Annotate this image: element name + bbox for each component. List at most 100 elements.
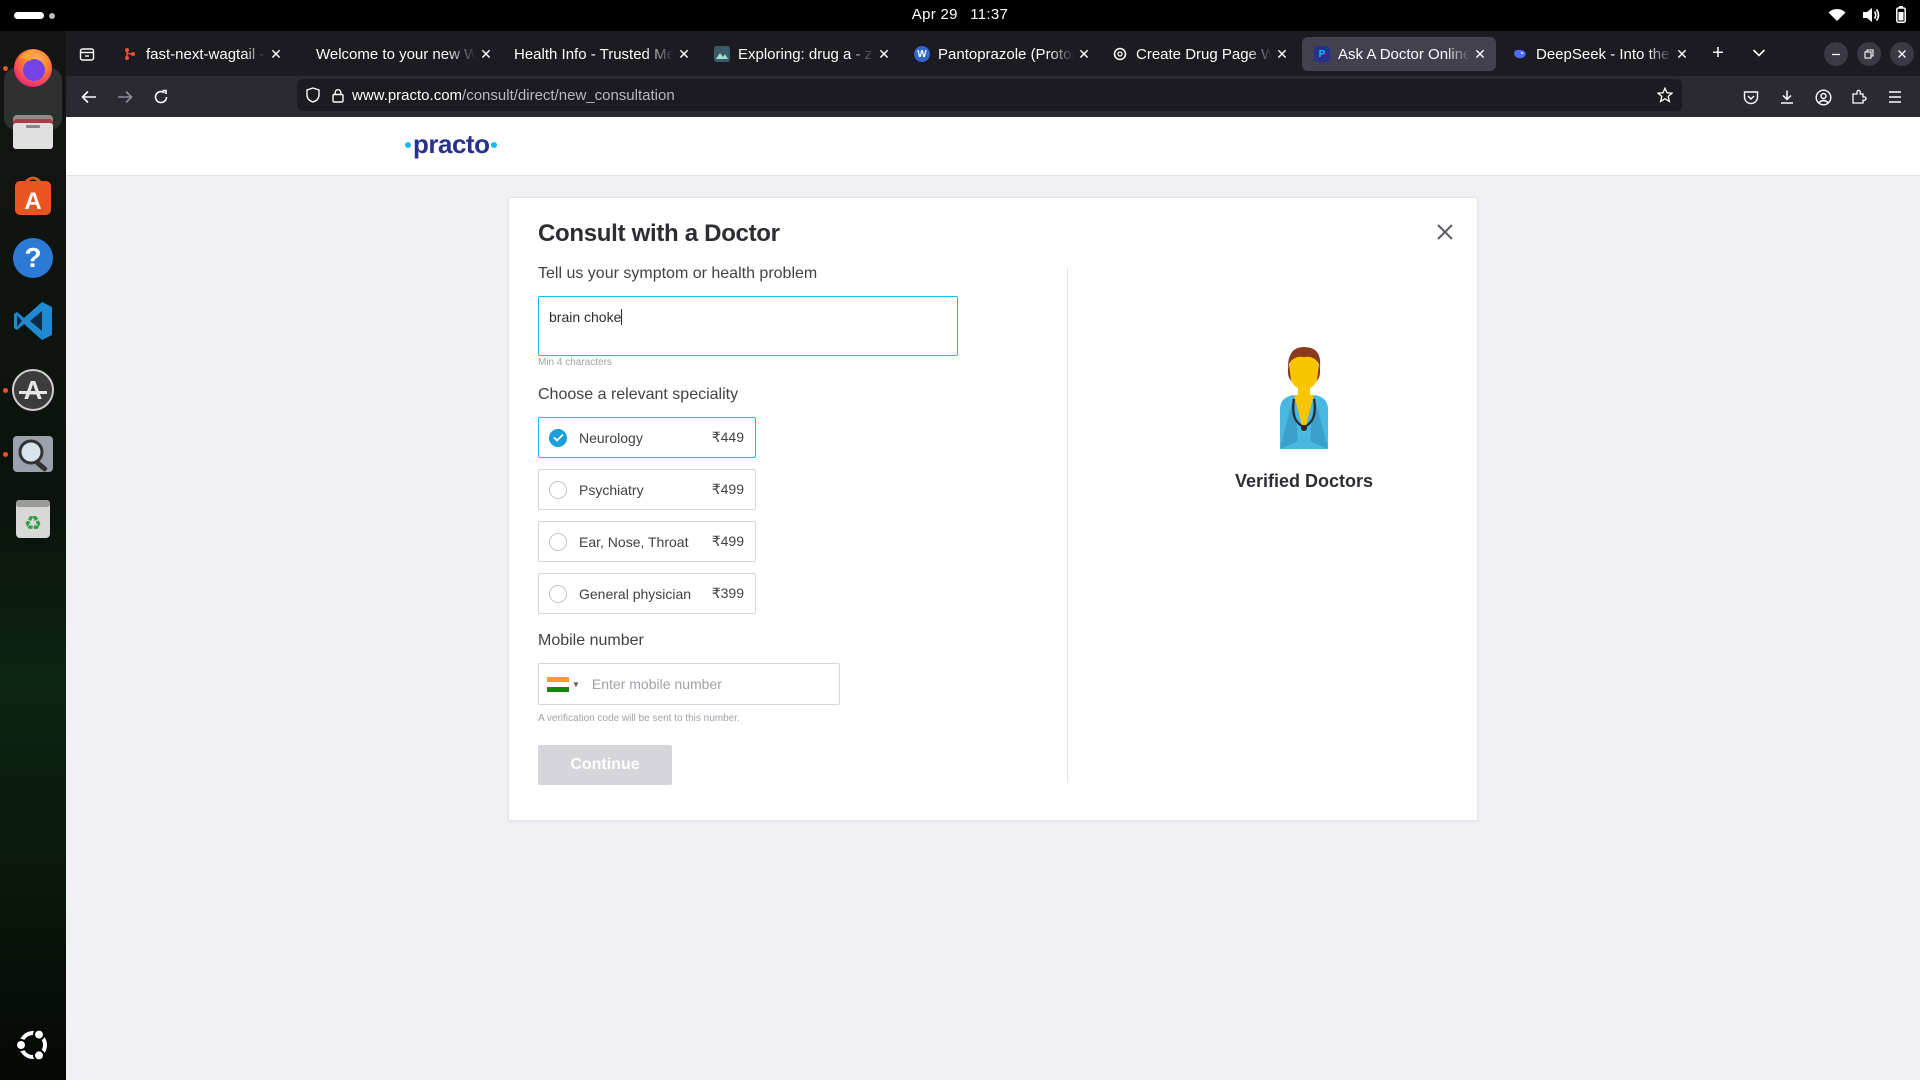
- close-tab-icon[interactable]: ✕: [266, 46, 286, 63]
- speciality-price: ₹449: [711, 429, 744, 445]
- battery-icon: [1896, 6, 1906, 23]
- tab-fast-next-wagtail[interactable]: fast-next-wagtail - Re ✕: [110, 37, 292, 71]
- url-host: www.practo.com: [352, 86, 463, 104]
- clock[interactable]: Apr 29 11:37: [0, 6, 1920, 23]
- system-top-bar: Apr 29 11:37: [0, 0, 1920, 31]
- logo-dot-left: [405, 141, 411, 148]
- practo-icon: P: [1314, 46, 1330, 62]
- tab-overview-icon[interactable]: [76, 43, 98, 65]
- mobile-label: Mobile number: [538, 632, 644, 649]
- address-bar[interactable]: www.practo.com/consult/direct/new_consul…: [297, 79, 1682, 111]
- speciality-name: General physician: [579, 585, 692, 602]
- close-tab-icon[interactable]: ✕: [476, 46, 496, 63]
- restore-icon[interactable]: [1857, 42, 1881, 66]
- consult-modal: Consult with a Doctor Tell us your sympt…: [508, 197, 1478, 821]
- speciality-option-ent[interactable]: Ear, Nose, Throat ₹499: [538, 521, 756, 562]
- close-tab-icon[interactable]: ✕: [1074, 46, 1094, 63]
- svg-text:?: ?: [24, 242, 41, 273]
- close-tab-icon[interactable]: ✕: [674, 46, 694, 63]
- speciality-price: ₹399: [711, 585, 744, 601]
- dock: A ? A ♻: [0, 31, 66, 1080]
- close-icon[interactable]: [1433, 220, 1457, 244]
- tab-create-drug-page[interactable]: Create Drug Page Wa ✕: [1100, 37, 1298, 71]
- wifi-icon: [1828, 8, 1846, 21]
- url-text: www.practo.com/consult/direct/new_consul…: [352, 87, 675, 104]
- tab-health-info[interactable]: Health Info - Trusted Me ✕: [502, 37, 700, 71]
- volume-icon: [1863, 7, 1880, 22]
- india-flag-icon[interactable]: [547, 676, 569, 692]
- radio-icon: [549, 532, 567, 551]
- minimize-icon[interactable]: [1824, 42, 1848, 66]
- running-indicator: [3, 388, 8, 393]
- chatgpt-icon: [1112, 46, 1128, 62]
- menu-icon[interactable]: [1883, 85, 1907, 109]
- radio-icon: [549, 480, 567, 499]
- image-viewer-icon[interactable]: [9, 430, 57, 478]
- speciality-label: Choose a relevant speciality: [538, 386, 739, 403]
- app-center-icon[interactable]: A: [9, 171, 57, 219]
- country-dropdown-icon[interactable]: ▼: [572, 680, 580, 689]
- tab-title: Welcome to your new W: [316, 45, 476, 63]
- system-tray[interactable]: [1828, 6, 1906, 23]
- site-header: practo: [66, 117, 1920, 176]
- text-caret: [621, 309, 623, 325]
- page-content: practo Consult with a Doctor Tell us you…: [66, 117, 1920, 1080]
- tab-exploring-drugs[interactable]: Exploring: drug a - z - ✕: [702, 37, 900, 71]
- close-tab-icon[interactable]: ✕: [1470, 46, 1490, 63]
- continue-button[interactable]: Continue: [538, 745, 672, 785]
- trash-icon[interactable]: ♻: [9, 494, 57, 542]
- software-updater-icon[interactable]: A: [9, 366, 57, 414]
- list-all-tabs-icon[interactable]: [1748, 42, 1770, 64]
- checkmark-icon: [549, 428, 567, 447]
- speciality-name: Neurology: [579, 429, 643, 446]
- forward-icon[interactable]: [113, 85, 137, 109]
- ubuntu-logo-icon[interactable]: [9, 1021, 57, 1069]
- tab-title: DeepSeek - Into the U: [1536, 45, 1672, 63]
- files-icon[interactable]: [9, 107, 57, 155]
- wikipedia-icon: W: [914, 46, 930, 62]
- mobile-number-input[interactable]: [591, 676, 812, 692]
- extensions-icon[interactable]: [1847, 85, 1871, 109]
- logo-dot-right: [491, 141, 498, 148]
- svg-text:A: A: [24, 188, 41, 215]
- downloads-icon[interactable]: [1775, 85, 1799, 109]
- browser-tab-bar: fast-next-wagtail - Re ✕ Welcome to your…: [66, 31, 1920, 76]
- tab-title: Exploring: drug a - z -: [738, 45, 874, 63]
- close-tab-icon[interactable]: ✕: [874, 46, 894, 63]
- firefox-icon[interactable]: [9, 43, 57, 91]
- image-icon: [714, 46, 730, 62]
- symptom-label: Tell us your symptom or health problem: [538, 265, 818, 282]
- tracking-protection-icon[interactable]: [306, 87, 320, 103]
- speciality-name: Psychiatry: [579, 481, 644, 498]
- reload-icon[interactable]: [149, 85, 173, 109]
- bookmark-star-icon[interactable]: [1657, 87, 1673, 103]
- speciality-option-psychiatry[interactable]: Psychiatry ₹499: [538, 469, 756, 510]
- new-tab-icon[interactable]: +: [1707, 42, 1729, 64]
- tab-welcome[interactable]: Welcome to your new W ✕: [304, 37, 502, 71]
- close-tab-icon[interactable]: ✕: [1672, 46, 1692, 63]
- practo-logo[interactable]: practo: [403, 129, 499, 160]
- mobile-field: ▼: [538, 663, 840, 705]
- clock-date: Apr 29: [911, 6, 958, 23]
- vertical-divider: [1067, 268, 1068, 783]
- tab-ask-a-doctor[interactable]: P Ask A Doctor Online A ✕: [1302, 37, 1496, 71]
- browser-nav-bar: www.practo.com/consult/direct/new_consul…: [66, 76, 1920, 117]
- close-tab-icon[interactable]: ✕: [1272, 46, 1292, 63]
- vscode-icon[interactable]: [9, 297, 57, 345]
- symptom-input[interactable]: brain choke: [538, 296, 958, 356]
- logo-text: practo: [413, 129, 490, 159]
- tab-deepseek[interactable]: DeepSeek - Into the U ✕: [1500, 37, 1698, 71]
- speciality-option-neurology[interactable]: Neurology ₹449: [538, 417, 756, 458]
- tab-title: Pantoprazole (Proton: [938, 45, 1074, 63]
- tab-title: Health Info - Trusted Me: [514, 45, 674, 63]
- account-icon[interactable]: [1811, 85, 1835, 109]
- back-icon[interactable]: [77, 85, 101, 109]
- lock-icon[interactable]: [332, 88, 344, 103]
- close-window-icon[interactable]: [1890, 42, 1914, 66]
- speciality-price: ₹499: [711, 533, 744, 549]
- svg-text:A: A: [24, 375, 43, 405]
- pocket-icon[interactable]: [1739, 85, 1763, 109]
- speciality-option-general-physician[interactable]: General physician ₹399: [538, 573, 756, 614]
- tab-pantoprazole[interactable]: W Pantoprazole (Proton ✕: [902, 37, 1100, 71]
- help-icon[interactable]: ?: [9, 234, 57, 282]
